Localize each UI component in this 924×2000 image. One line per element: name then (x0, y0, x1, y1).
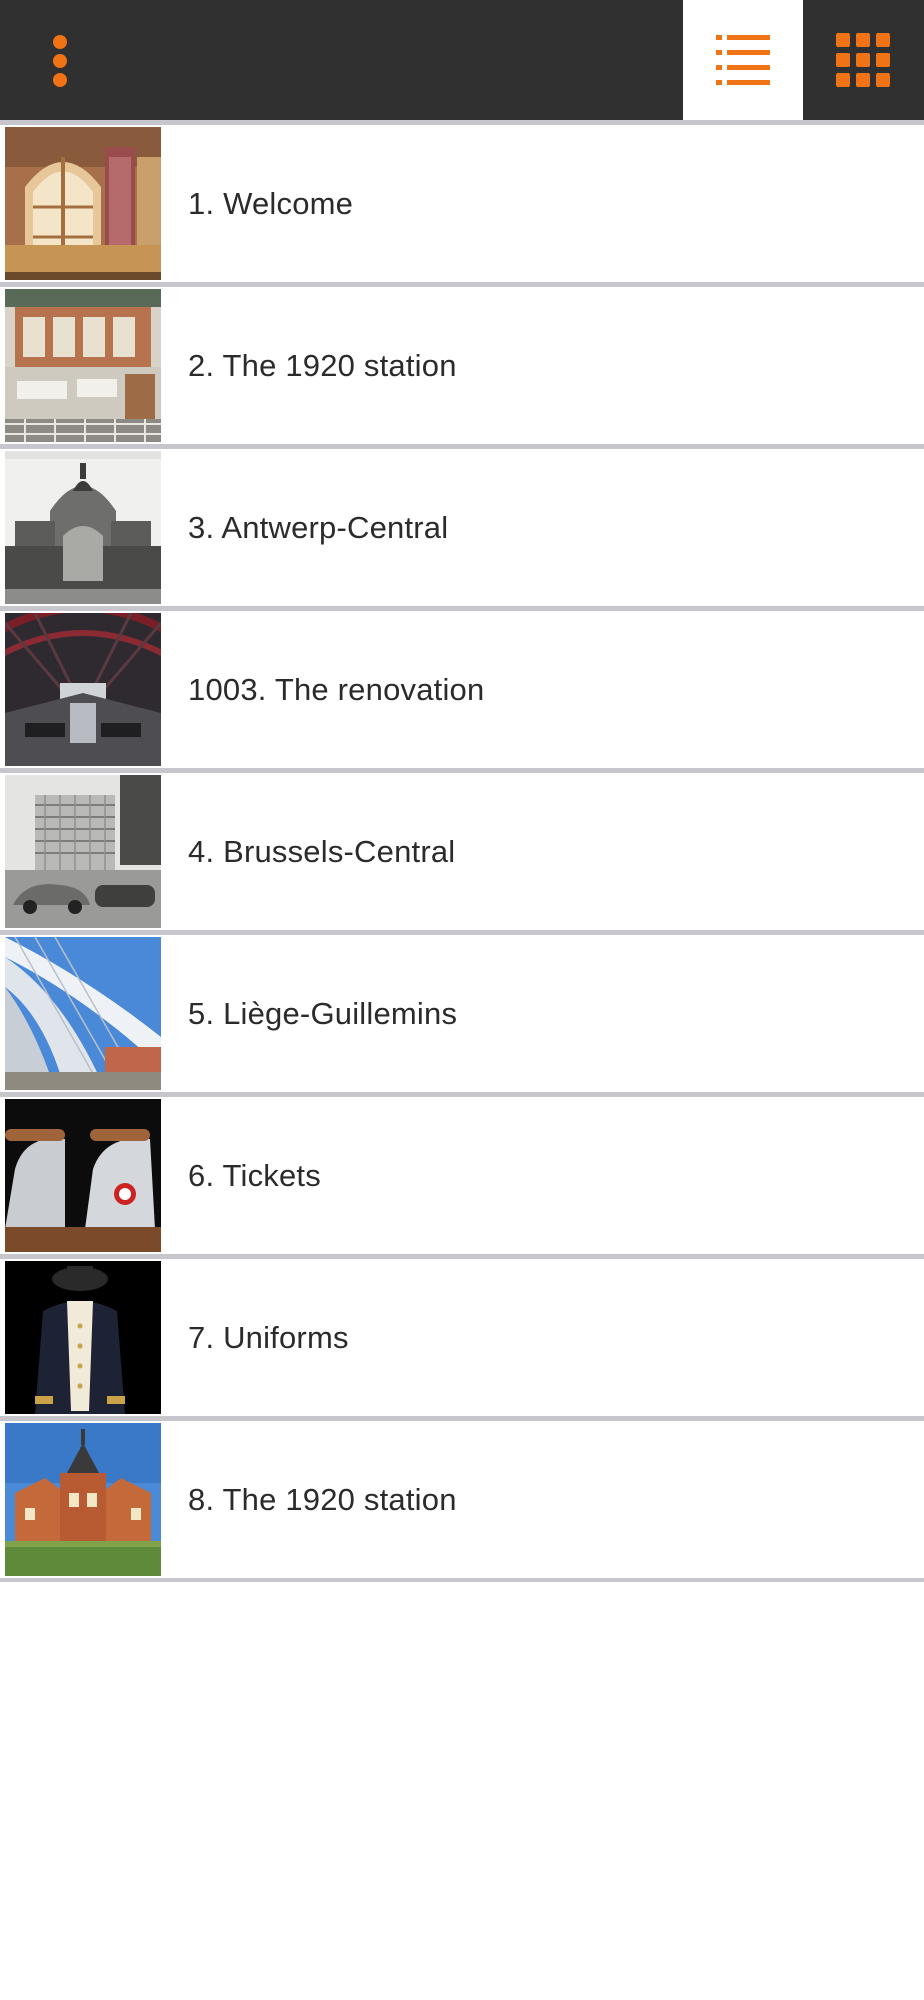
list-item-label: 8. The 1920 station (188, 1482, 457, 1517)
list-item-label: 6. Tickets (188, 1158, 321, 1193)
vertical-dots-icon-dot-2 (53, 54, 67, 68)
thumbnail-image (5, 289, 161, 442)
stop-list: 1. Welcome 2. The 1920 station 3. Antwer… (0, 120, 924, 1582)
list-view-button[interactable] (683, 0, 803, 120)
list-item-label: 5. Liège-Guillemins (188, 996, 458, 1031)
list-item[interactable]: 6. Tickets (0, 1092, 924, 1254)
thumbnail-image (5, 1099, 161, 1252)
thumbnail-image (5, 937, 161, 1090)
list-item-label: 1. Welcome (188, 186, 354, 221)
list-item-label: 4. Brussels-Central (188, 834, 456, 869)
list-item-label: 3. Antwerp-Central (188, 510, 449, 545)
top-toolbar (0, 0, 924, 120)
list-item[interactable]: 5. Liège-Guillemins (0, 930, 924, 1092)
list-item[interactable]: 4. Brussels-Central (0, 768, 924, 930)
vertical-dots-icon (53, 35, 67, 49)
list-item[interactable]: 7. Uniforms (0, 1254, 924, 1416)
thumbnail-image (5, 127, 161, 280)
vertical-dots-icon-dot-3 (53, 73, 67, 87)
list-item[interactable]: 1. Welcome (0, 120, 924, 282)
list-item[interactable]: 8. The 1920 station (0, 1416, 924, 1582)
grid-view-button[interactable] (803, 0, 923, 120)
list-icon (716, 35, 770, 85)
thumbnail-image (5, 1261, 161, 1414)
thumbnail-image (5, 451, 161, 604)
list-item[interactable]: 3. Antwerp-Central (0, 444, 924, 606)
thumbnail-image (5, 1423, 161, 1576)
list-item-label: 1003. The renovation (188, 672, 485, 707)
thumbnail-image (5, 613, 161, 766)
grid-icon (836, 33, 890, 87)
list-item[interactable]: 2. The 1920 station (0, 282, 924, 444)
list-item[interactable]: 1003. The renovation (0, 606, 924, 768)
list-item-label: 2. The 1920 station (188, 348, 457, 383)
thumbnail-image (5, 775, 161, 928)
list-item-label: 7. Uniforms (188, 1320, 349, 1355)
menu-button[interactable] (30, 20, 90, 100)
